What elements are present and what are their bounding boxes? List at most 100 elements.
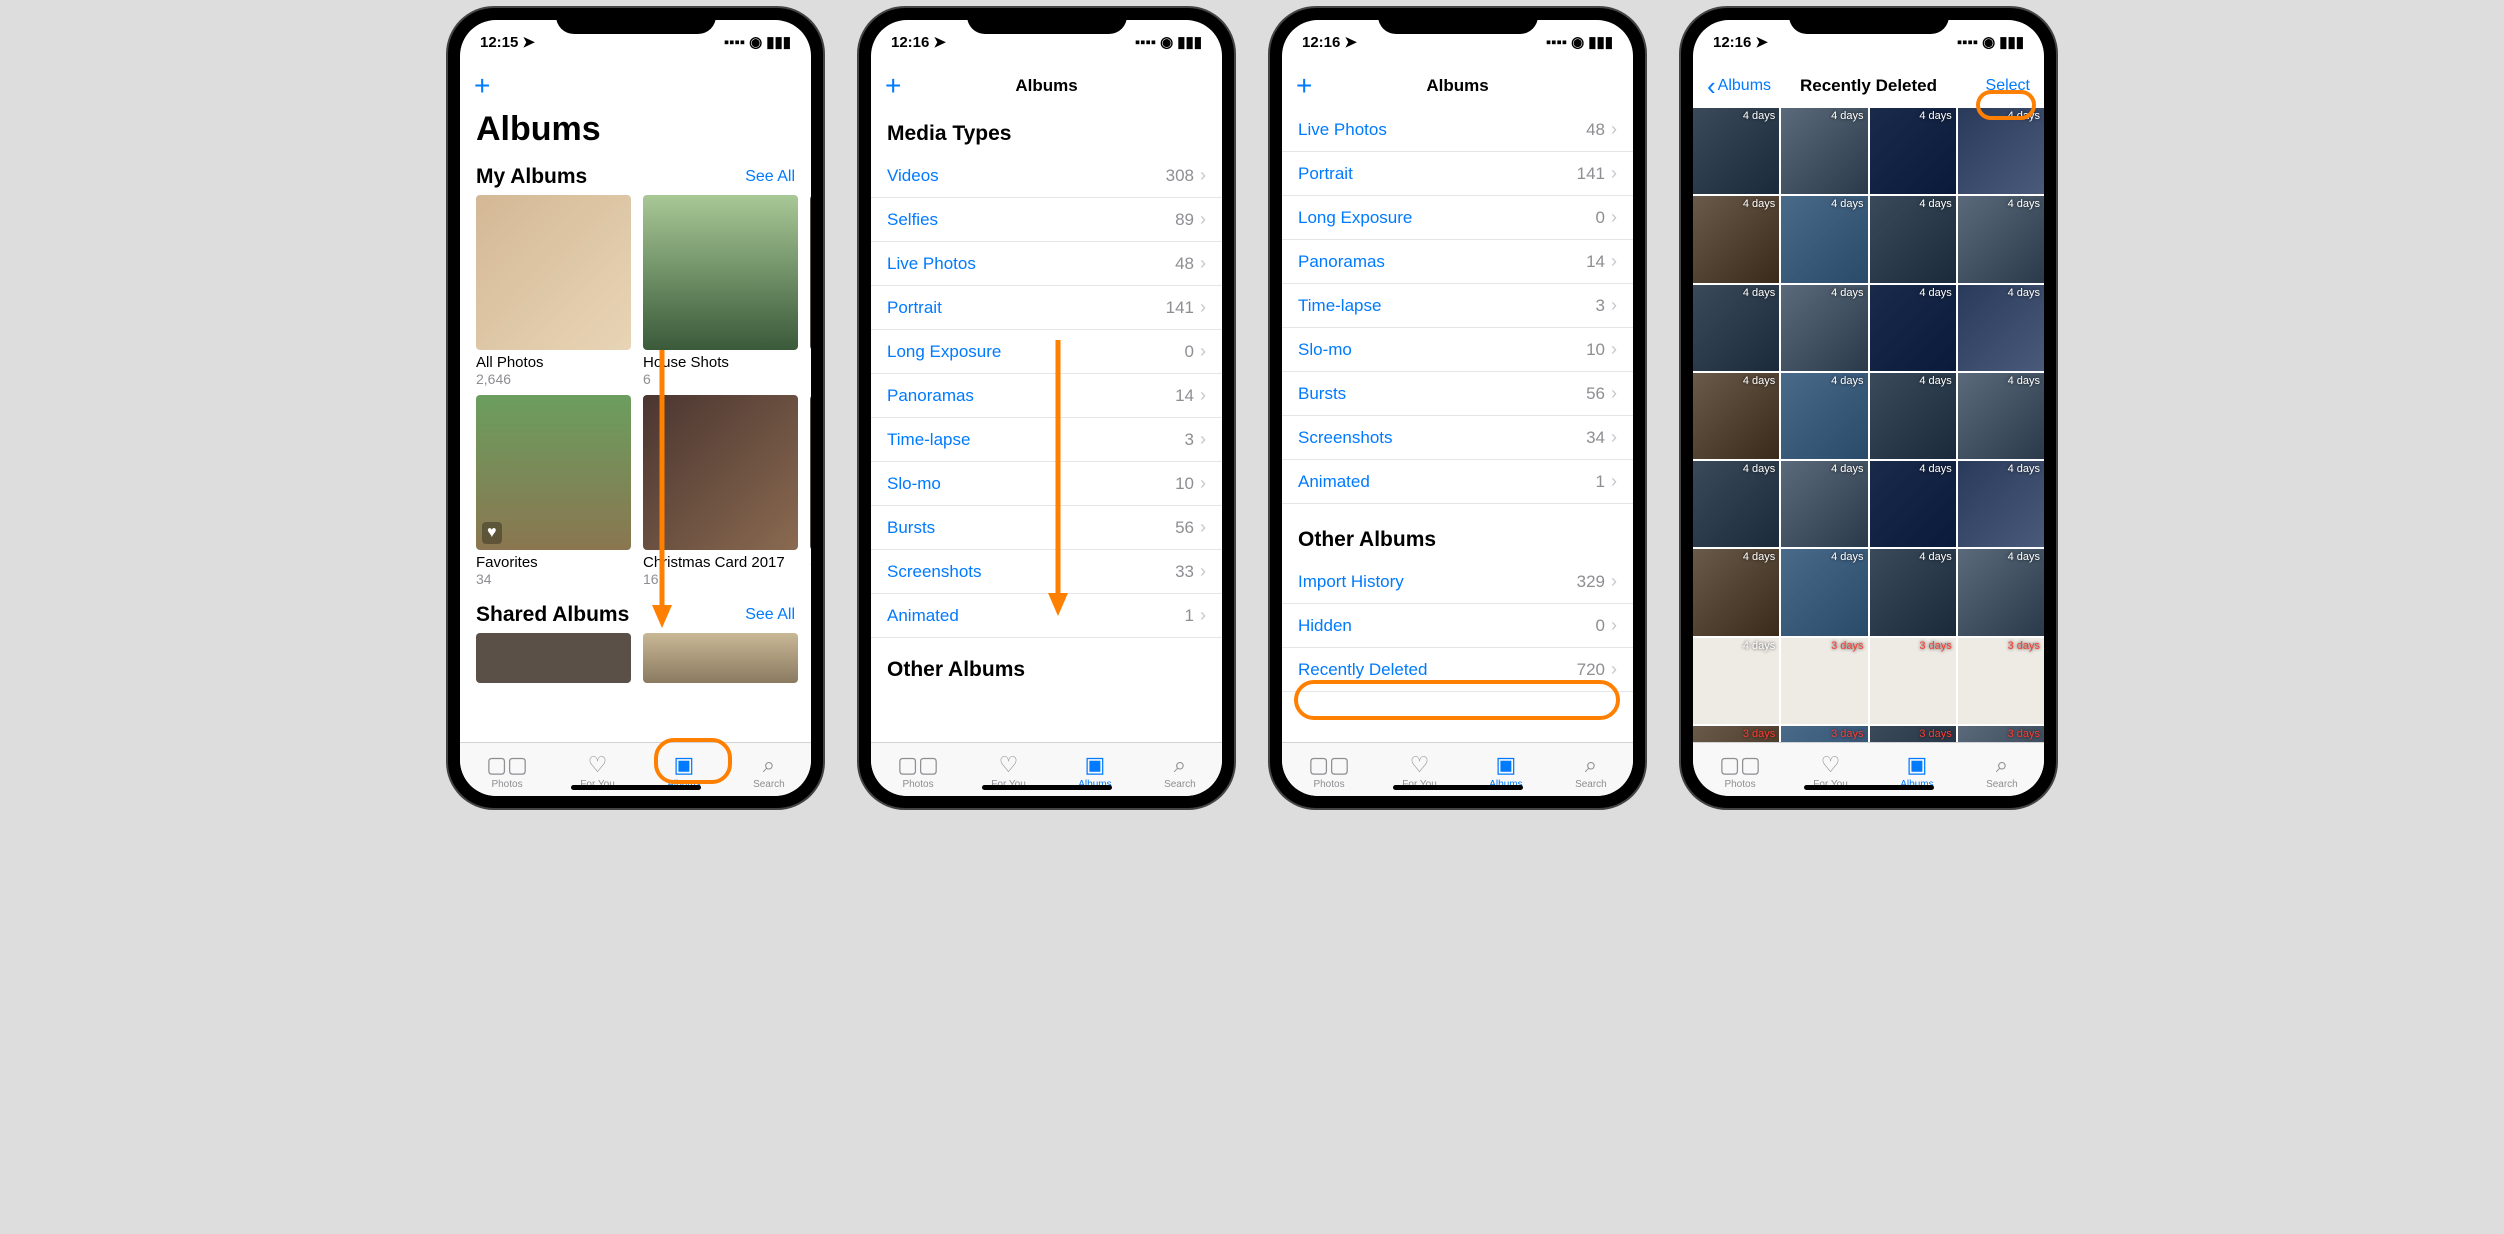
photo-cell[interactable]: 4 days (1958, 373, 2044, 459)
list-row-time-lapse[interactable]: Time-lapse3› (1282, 284, 1633, 328)
photo-cell[interactable]: 3 days (1870, 638, 1956, 724)
list-row-videos[interactable]: Videos308› (871, 154, 1222, 198)
list-row-recently-deleted[interactable]: Recently Deleted720› (1282, 648, 1633, 692)
list-row-slo-mo[interactable]: Slo-mo10› (1282, 328, 1633, 372)
home-indicator[interactable] (1393, 785, 1523, 790)
see-all-link[interactable]: See All (745, 606, 795, 624)
list-row-live-photos[interactable]: Live Photos48› (871, 242, 1222, 286)
album-house-shots[interactable]: House Shots 6 (643, 195, 798, 387)
photo-cell[interactable]: 3 days (1693, 726, 1779, 742)
list-row-time-lapse[interactable]: Time-lapse3› (871, 418, 1222, 462)
tab-search[interactable]: ⌕Search (1575, 753, 1607, 790)
days-remaining-label: 4 days (1919, 198, 1951, 210)
tab-photos[interactable]: ▢▢Photos (897, 753, 939, 790)
photo-cell[interactable]: 4 days (1958, 461, 2044, 547)
photo-cell[interactable]: 3 days (1958, 638, 2044, 724)
photo-cell[interactable]: 4 days (1781, 196, 1867, 282)
photo-cell[interactable]: 4 days (1958, 196, 2044, 282)
wifi-icon: ◉ (749, 33, 762, 51)
photo-cell[interactable]: 4 days (1958, 285, 2044, 371)
list-row-animated[interactable]: Animated1› (871, 594, 1222, 638)
list-row-hidden[interactable]: Hidden0› (1282, 604, 1633, 648)
list-row-slo-mo[interactable]: Slo-mo10› (871, 462, 1222, 506)
tab-search[interactable]: ⌕Search (1986, 753, 2018, 790)
tab-photos[interactable]: ▢▢Photos (1308, 753, 1350, 790)
photo-cell[interactable]: 4 days (1870, 285, 1956, 371)
photo-cell[interactable]: 4 days (1693, 461, 1779, 547)
list-row-screenshots[interactable]: Screenshots34› (1282, 416, 1633, 460)
photo-cell[interactable]: 3 days (1781, 726, 1867, 742)
tab-photos[interactable]: ▢▢Photos (1719, 753, 1761, 790)
photo-cell[interactable]: 4 days (1958, 549, 2044, 635)
list-row-panoramas[interactable]: Panoramas14› (1282, 240, 1633, 284)
days-remaining-label: 3 days (1831, 728, 1863, 740)
add-button[interactable]: + (474, 72, 490, 100)
select-button[interactable]: Select (1986, 77, 2030, 95)
list-label: Panoramas (887, 386, 1175, 406)
content-area[interactable]: Media Types Videos308›Selfies89›Live Pho… (871, 108, 1222, 742)
tab-photos[interactable]: ▢▢Photos (486, 753, 528, 790)
chevron-right-icon: › (1200, 253, 1206, 274)
list-row-selfies[interactable]: Selfies89› (871, 198, 1222, 242)
notch (967, 8, 1127, 34)
photo-cell[interactable]: 4 days (1781, 549, 1867, 635)
photo-cell[interactable]: 4 days (1693, 549, 1779, 635)
list-row-animated[interactable]: Animated1› (1282, 460, 1633, 504)
chevron-right-icon: › (1611, 251, 1617, 272)
list-row-bursts[interactable]: Bursts56› (1282, 372, 1633, 416)
home-indicator[interactable] (1804, 785, 1934, 790)
nav-bar: + (460, 64, 811, 108)
photo-cell[interactable]: 4 days (1870, 461, 1956, 547)
photo-cell[interactable]: 4 days (1693, 638, 1779, 724)
home-indicator[interactable] (571, 785, 701, 790)
photo-cell[interactable]: 4 days (1781, 108, 1867, 194)
days-remaining-label: 4 days (1831, 198, 1863, 210)
list-row-import-history[interactable]: Import History329› (1282, 560, 1633, 604)
list-row-bursts[interactable]: Bursts56› (871, 506, 1222, 550)
list-row-panoramas[interactable]: Panoramas14› (871, 374, 1222, 418)
shared-album[interactable] (643, 633, 798, 683)
chevron-right-icon: › (1611, 471, 1617, 492)
tab-search[interactable]: ⌕Search (753, 753, 785, 790)
tab-search[interactable]: ⌕Search (1164, 753, 1196, 790)
add-button[interactable]: + (1296, 72, 1312, 100)
content-area[interactable]: My Albums See All All Photos 2,646 House… (460, 157, 811, 742)
content-area[interactable]: 4 days4 days4 days4 days4 days4 days4 da… (1693, 108, 2044, 742)
back-button[interactable]: Albums (1707, 71, 1771, 102)
days-remaining-label: 4 days (1831, 375, 1863, 387)
photo-cell[interactable]: 4 days (1870, 108, 1956, 194)
photo-cell[interactable]: 4 days (1870, 549, 1956, 635)
photo-cell[interactable]: 4 days (1693, 285, 1779, 371)
album-partial[interactable]: H 1 (810, 195, 811, 387)
phone-1: 12:15➤ ▪▪▪▪◉▮▮▮ + Albums My Albums See A… (448, 8, 823, 808)
add-button[interactable]: + (885, 72, 901, 100)
album-favorites[interactable]: ♥ Favorites 34 (476, 395, 631, 587)
album-christmas[interactable]: Christmas Card 2017 16 (643, 395, 798, 587)
list-row-portrait[interactable]: Portrait141› (1282, 152, 1633, 196)
list-row-long-exposure[interactable]: Long Exposure0› (871, 330, 1222, 374)
list-row-portrait[interactable]: Portrait141› (871, 286, 1222, 330)
list-row-long-exposure[interactable]: Long Exposure0› (1282, 196, 1633, 240)
shared-album[interactable] (476, 633, 631, 683)
content-area[interactable]: Live Photos48›Portrait141›Long Exposure0… (1282, 108, 1633, 742)
photo-cell[interactable]: 4 days (1781, 373, 1867, 459)
photo-cell[interactable]: 4 days (1781, 461, 1867, 547)
photo-cell[interactable]: 4 days (1781, 285, 1867, 371)
photo-cell[interactable]: 3 days (1781, 638, 1867, 724)
photo-cell[interactable]: 4 days (1870, 373, 1956, 459)
photo-cell[interactable]: 4 days (1693, 108, 1779, 194)
home-indicator[interactable] (982, 785, 1112, 790)
list-row-screenshots[interactable]: Screenshots33› (871, 550, 1222, 594)
list-row-live-photos[interactable]: Live Photos48› (1282, 108, 1633, 152)
album-name: S (810, 554, 811, 571)
album-partial[interactable]: S (810, 395, 811, 587)
photo-cell[interactable]: 4 days (1693, 196, 1779, 282)
photo-cell[interactable]: 3 days (1958, 726, 2044, 742)
photo-cell[interactable]: 3 days (1870, 726, 1956, 742)
photo-cell[interactable]: 4 days (1958, 108, 2044, 194)
album-all-photos[interactable]: All Photos 2,646 (476, 195, 631, 387)
photo-cell[interactable]: 4 days (1870, 196, 1956, 282)
photo-cell[interactable]: 4 days (1693, 373, 1779, 459)
see-all-link[interactable]: See All (745, 168, 795, 186)
albums-icon: ▣ (1496, 753, 1517, 777)
